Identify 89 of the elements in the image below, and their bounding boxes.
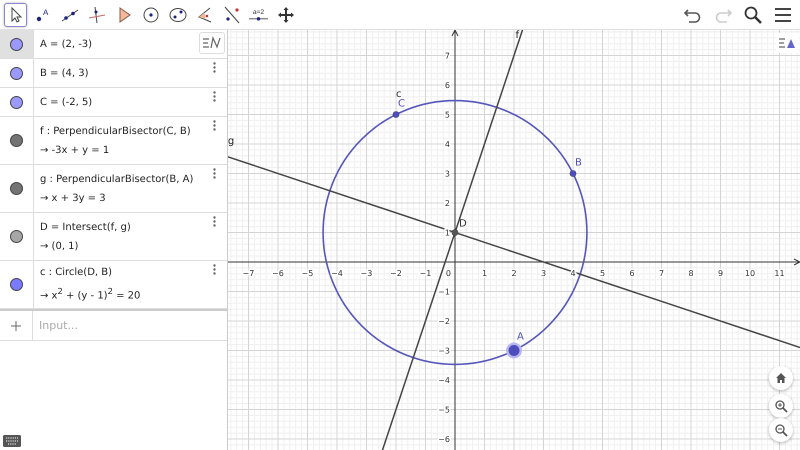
object-label: f	[515, 30, 519, 41]
line[interactable]	[228, 156, 800, 348]
object-definition: f : PerpendicularBisector(C, B)	[40, 126, 191, 136]
axis-tick-label: 2	[444, 199, 450, 208]
point[interactable]	[506, 342, 522, 358]
axis-tick-label: −6	[272, 269, 284, 278]
visibility-toggle[interactable]	[10, 134, 23, 147]
axis-tick-label: −2	[390, 269, 402, 278]
point[interactable]	[392, 111, 400, 118]
zoom-in-icon	[774, 400, 788, 412]
axis-tick-label: −4	[438, 376, 450, 385]
object-definition: c : Circle(D, B)	[40, 267, 112, 278]
visibility-toggle[interactable]	[10, 66, 23, 80]
object-value: → x$^{2}$ + (y - 1)$^{2}$ = 20	[40, 286, 140, 302]
axis-tick-label: 3	[444, 170, 450, 178]
axis-tick-label: 11	[774, 269, 785, 278]
plus-icon	[11, 320, 21, 330]
more-options-icon	[212, 216, 216, 227]
axis-tick-label: −2	[438, 317, 450, 326]
tool-button[interactable]	[4, 2, 27, 26]
point-label: C	[398, 98, 405, 110]
axis-tick-label: 0	[446, 269, 451, 278]
zoom-out-button[interactable]	[769, 418, 793, 442]
axis-tick-label: −3	[360, 269, 372, 278]
object-value: → x + 3y = 3	[40, 192, 106, 204]
object-label: c	[396, 88, 402, 100]
object-definition: C = (-2, 5)	[40, 96, 92, 108]
move-arrows-icon	[276, 6, 294, 24]
axis-tick-label: −5	[438, 406, 450, 414]
graphics-style-button[interactable]	[776, 33, 798, 53]
axis-tick-label: 6	[444, 81, 450, 90]
row-marker[interactable]	[0, 30, 34, 58]
axis-tick-label: 7	[444, 52, 450, 60]
axis-tick-label: 4	[444, 140, 450, 149]
more-options-icon	[212, 264, 216, 275]
object-value: → (0, 1)	[40, 240, 78, 252]
circle-icon	[142, 6, 160, 24]
search-icon	[743, 4, 763, 24]
reflect-line-icon	[222, 6, 240, 24]
axis-tick-label: 10	[744, 269, 756, 278]
angle-icon	[196, 6, 214, 24]
more-options-icon	[212, 62, 216, 73]
point-label: D	[459, 218, 467, 230]
point[interactable]	[452, 229, 458, 236]
axis-tick-label: −6	[438, 435, 450, 444]
axis-tick-label: 5	[600, 269, 606, 278]
axis-tick-label: 7	[658, 269, 664, 278]
axis-tick-label: 9	[718, 269, 724, 278]
object-label: g	[228, 136, 234, 147]
point-label: B	[575, 158, 582, 168]
axis-tick-label: −3	[438, 346, 450, 356]
object-value: → -3x + y = 1	[40, 144, 110, 156]
axis-tick-label: 1	[482, 269, 488, 278]
point-label: A	[517, 332, 524, 342]
axis-tick-label: −1	[438, 288, 450, 296]
object-definition: D = Intersect(f, g)	[40, 222, 131, 232]
axis-tick-label: 2	[511, 269, 517, 278]
object-definition: B = (4, 3)	[40, 68, 88, 78]
point[interactable]	[570, 170, 576, 177]
perpendicular-lines-icon	[88, 6, 106, 24]
style-bar-icon	[778, 36, 796, 50]
ellipse-icon	[168, 6, 186, 24]
more-options-icon	[212, 168, 216, 179]
visibility-toggle[interactable]	[10, 230, 23, 243]
visibility-toggle[interactable]	[10, 278, 23, 291]
home-icon	[775, 372, 787, 384]
circle[interactable]	[322, 100, 588, 366]
sort-lines-icon	[202, 36, 222, 50]
zoom-in-button[interactable]	[769, 394, 793, 418]
axis-tick-label: 3	[540, 269, 546, 278]
zoom-out-icon	[774, 424, 788, 436]
axis-tick-label: 6	[629, 269, 635, 278]
axis-tick-label: −5	[302, 269, 314, 278]
axis-tick-label: −4	[331, 269, 343, 278]
home-button[interactable]	[769, 366, 793, 390]
visibility-toggle[interactable]	[10, 182, 23, 195]
more-options-icon	[212, 91, 216, 102]
keyboard-icon	[3, 435, 21, 447]
algebra-style-button[interactable]	[199, 32, 225, 54]
visibility-toggle[interactable]	[10, 38, 23, 50]
visibility-toggle[interactable]	[10, 96, 23, 108]
axis-tick-label: 5	[444, 110, 450, 120]
axis-tick-label: 8	[688, 269, 694, 278]
more-options-icon	[212, 120, 216, 131]
object-definition: g : PerpendicularBisector(B, A)	[40, 174, 194, 184]
object-definition: A = (2, -3)	[40, 38, 92, 50]
axis-tick-label: −1	[420, 269, 432, 278]
axis-tick-label: −7	[242, 269, 254, 278]
keyboard-button[interactable]	[3, 435, 21, 447]
